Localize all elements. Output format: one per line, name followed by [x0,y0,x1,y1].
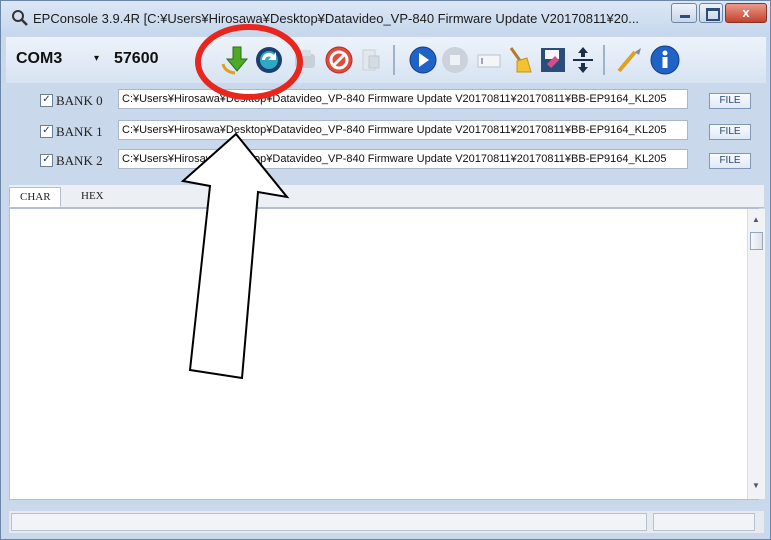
sync-icon[interactable] [253,44,285,76]
window-title: EPConsole 3.9.4R [C:¥Users¥Hirosawa¥Desk… [33,11,640,26]
bank-path-field[interactable]: C:¥Users¥Hirosawa¥Desktop¥Datavideo_VP-8… [118,89,688,109]
close-button[interactable]: x [725,3,767,23]
minimize-button[interactable] [671,3,697,23]
split-icon[interactable] [567,44,599,76]
bank-row: ✓ BANK 1 C:¥Users¥Hirosawa¥Desktop¥Datav… [6,118,766,144]
app-window: EPConsole 3.9.4R [C:¥Users¥Hirosawa¥Desk… [0,0,771,540]
info-icon[interactable] [649,44,681,76]
close-icon: x [742,5,750,20]
bank-row: ✓ BANK 2 C:¥Users¥Hirosawa¥Desktop¥Datav… [6,147,766,173]
tab-char[interactable]: CHAR [9,187,61,207]
status-panel-right [653,513,755,531]
scroll-thumb[interactable] [750,232,763,250]
record-icon[interactable] [439,44,471,76]
bank-label: BANK 1 [56,124,103,139]
com-port-select[interactable]: COM3 ▾ [16,47,106,71]
baud-rate-select[interactable]: 57600 [114,47,184,71]
maximize-button[interactable] [699,3,723,23]
scroll-down-icon[interactable]: ▼ [752,481,760,490]
toolbar-separator [393,45,395,75]
com-port-value: COM3 [16,50,63,67]
file-button[interactable]: FILE [709,93,751,109]
status-panel-left [11,513,647,531]
toolbar-separator [603,45,605,75]
bank-checkbox[interactable]: ✓ [40,154,53,167]
tab-hex[interactable]: HEX [71,187,119,207]
broom-icon[interactable] [503,44,535,76]
chevron-down-icon: ▾ [94,53,100,64]
bank-label: BANK 0 [56,93,103,108]
play-icon[interactable] [407,44,439,76]
file-button[interactable]: FILE [709,124,751,140]
baud-rate-value: 57600 [114,50,159,67]
title-bar[interactable]: EPConsole 3.9.4R [C:¥Users¥Hirosawa¥Desk… [1,1,770,35]
disabled-tool-icon[interactable] [289,44,321,76]
console-output[interactable]: ▲ ▼ [9,208,765,500]
stop-icon[interactable] [323,44,355,76]
scroll-up-icon[interactable]: ▲ [752,215,760,224]
bank-panel: ✓ BANK 0 C:¥Users¥Hirosawa¥Desktop¥Datav… [6,85,766,181]
bank-path-field[interactable]: C:¥Users¥Hirosawa¥Desktop¥Datavideo_VP-8… [118,149,688,169]
bank-label: BANK 2 [56,153,103,168]
download-arrow-icon[interactable] [219,44,251,76]
clear-icon[interactable] [473,44,505,76]
tab-bar: CHAR HEX [9,185,764,208]
toolbar: COM3 ▾ 57600 [6,37,766,83]
save-icon[interactable] [537,44,569,76]
disabled-hand-icon[interactable] [355,44,387,76]
bank-path-field[interactable]: C:¥Users¥Hirosawa¥Desktop¥Datavideo_VP-8… [118,120,688,140]
vertical-scrollbar[interactable]: ▲ ▼ [747,209,765,499]
status-bar [9,511,764,533]
wand-icon[interactable] [613,44,645,76]
bank-checkbox[interactable]: ✓ [40,94,53,107]
bank-row: ✓ BANK 0 C:¥Users¥Hirosawa¥Desktop¥Datav… [6,87,766,113]
file-button[interactable]: FILE [709,153,751,169]
app-icon [12,10,28,26]
bank-checkbox[interactable]: ✓ [40,125,53,138]
